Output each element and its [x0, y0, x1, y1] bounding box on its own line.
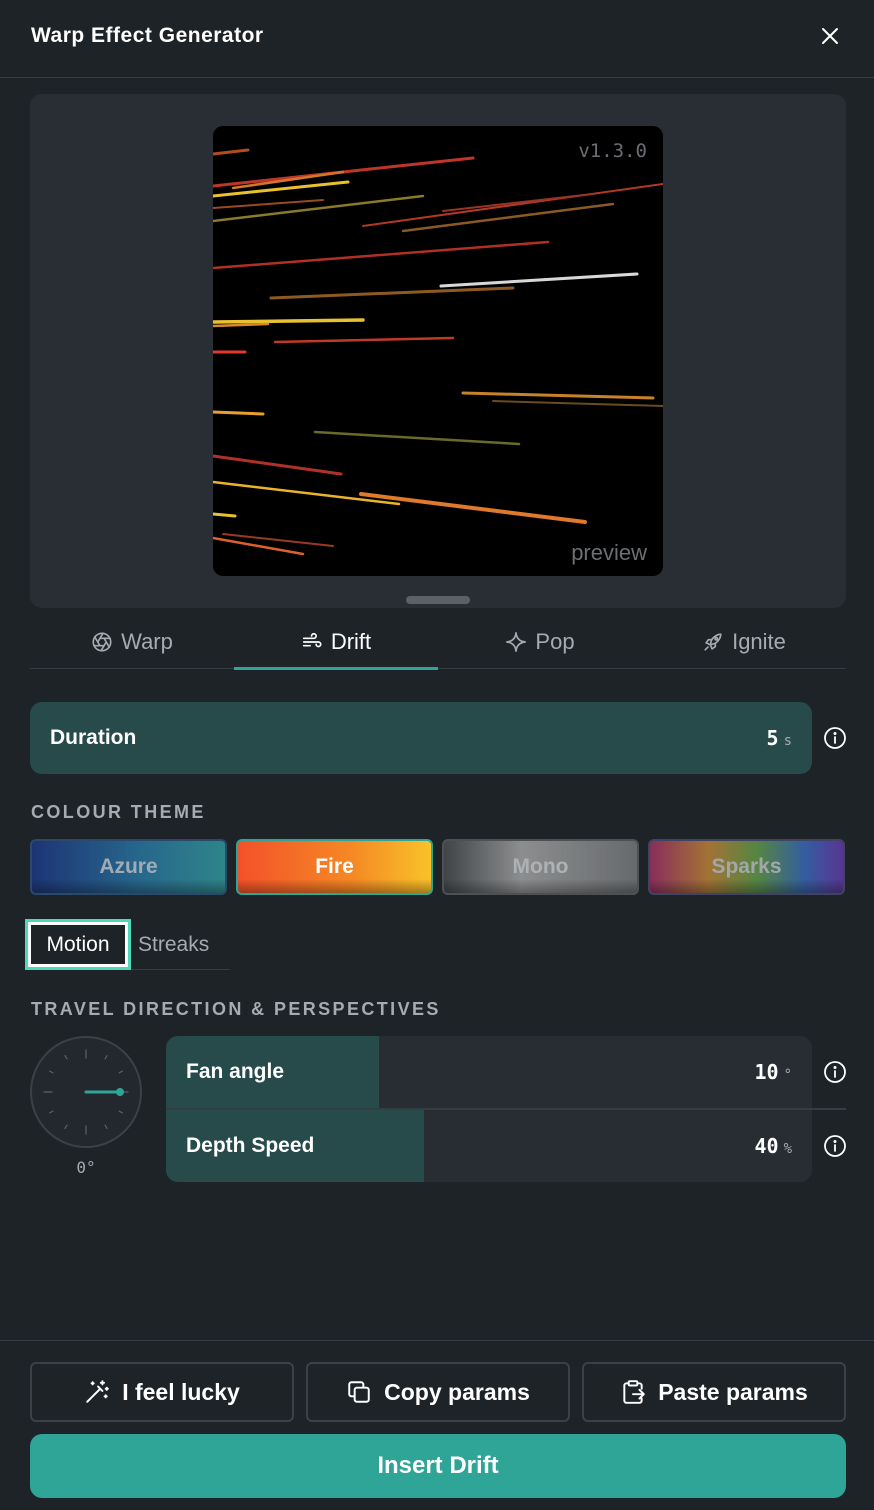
depth-speed-slider[interactable]: Depth Speed 40%	[166, 1110, 812, 1182]
warp-streaks-graphic	[213, 148, 663, 556]
slider-divider	[166, 1108, 846, 1110]
fan-angle-slider[interactable]: Fan angle 10 °	[166, 1036, 812, 1108]
depth-speed-label: Depth Speed	[186, 1134, 315, 1157]
copy-params-button[interactable]: Copy params	[306, 1362, 570, 1422]
colour-theme-label: COLOUR THEME	[31, 802, 206, 822]
resize-handle[interactable]	[406, 596, 470, 604]
theme-swatch-mono[interactable]: Mono	[442, 839, 639, 895]
tab-drift[interactable]: Drift	[234, 614, 438, 670]
theme-swatch-azure[interactable]: Azure	[30, 839, 227, 895]
dialog-header: Warp Effect Generator	[0, 0, 874, 78]
info-icon[interactable]	[823, 726, 847, 750]
feel-lucky-button[interactable]: I feel lucky	[30, 1362, 294, 1422]
close-icon[interactable]	[818, 24, 842, 48]
duration-value: 5s	[766, 726, 792, 750]
subtab-motion[interactable]: Motion	[25, 919, 131, 970]
paste-params-button[interactable]: Paste params	[582, 1362, 846, 1422]
preview-canvas: v1.3.0 preview	[213, 126, 663, 576]
direction-dial[interactable]	[30, 1036, 142, 1148]
tab-label: Warp	[121, 628, 173, 654]
paste-icon	[623, 1380, 646, 1404]
duration-slider[interactable]: Duration 5s	[30, 702, 812, 774]
fan-angle-value: 10 °	[754, 1060, 792, 1084]
travel-direction-label: TRAVEL DIRECTION & PERSPECTIVES	[31, 999, 441, 1019]
magic-wand-icon	[86, 1380, 109, 1403]
theme-swatch-fire[interactable]: Fire	[236, 839, 433, 895]
rocket-icon	[704, 632, 722, 651]
subtab-streaks[interactable]: Streaks	[138, 919, 209, 970]
info-icon[interactable]	[823, 1060, 847, 1084]
info-icon[interactable]	[823, 1134, 847, 1158]
dial-angle-value: 0°	[76, 1158, 96, 1177]
theme-swatch-sparks[interactable]: Sparks	[648, 839, 845, 895]
fan-angle-label: Fan angle	[186, 1060, 285, 1083]
copy-icon	[348, 1381, 370, 1403]
subtab-bar: Motion Streaks	[25, 919, 230, 970]
aperture-icon	[92, 631, 112, 652]
tab-label: Ignite	[732, 628, 786, 654]
tab-warp[interactable]: Warp	[30, 614, 234, 669]
tab-label: Drift	[330, 628, 372, 654]
tab-label: Pop	[535, 628, 575, 654]
tab-ignite[interactable]: Ignite	[642, 614, 846, 669]
depth-speed-value: 40%	[754, 1134, 792, 1158]
dialog-title: Warp Effect Generator	[31, 24, 264, 47]
sparkle-icon	[506, 631, 527, 652]
effect-tabs: Warp Drift Pop Ignite	[30, 614, 846, 670]
duration-label: Duration	[50, 726, 137, 749]
version-label: v1.3.0	[578, 140, 647, 162]
footer-divider	[0, 1340, 874, 1341]
insert-drift-button[interactable]: Insert Drift	[30, 1434, 846, 1498]
dial-graphic	[43, 1049, 129, 1135]
wind-icon	[302, 632, 322, 647]
preview-label: preview	[571, 540, 647, 565]
tab-pop[interactable]: Pop	[438, 614, 642, 669]
preview-panel: v1.3.0 preview	[30, 94, 846, 608]
